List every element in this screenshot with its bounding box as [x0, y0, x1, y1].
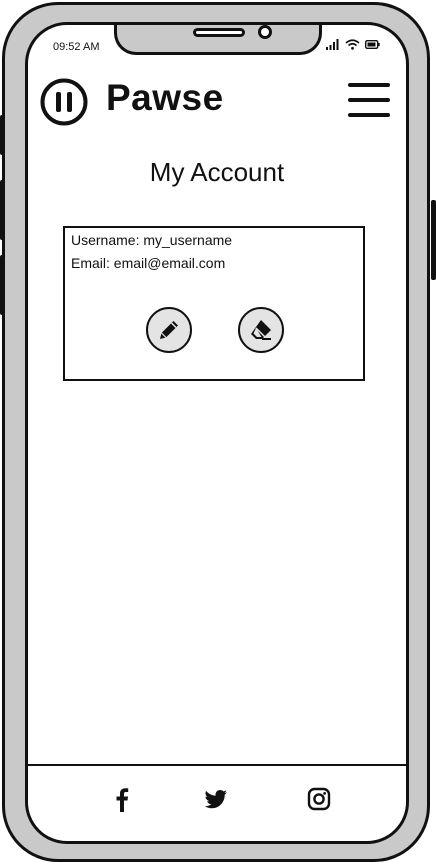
eraser-icon [251, 320, 271, 340]
username-text: Username: my_username [71, 232, 233, 248]
status-icons [326, 39, 380, 50]
instagram-icon[interactable] [306, 786, 332, 812]
phone-side-button [0, 180, 5, 240]
app-title: Pawse [106, 77, 224, 118]
page-title: My Account [149, 157, 285, 187]
front-camera [258, 25, 272, 39]
app-header: Pawse [28, 73, 406, 133]
phone-side-button [0, 115, 5, 155]
delete-account-button[interactable] [238, 307, 284, 353]
phone-side-button [431, 200, 436, 280]
pause-circle-icon [40, 78, 88, 126]
signal-icon [326, 39, 339, 50]
status-time: 09:52 AM [53, 41, 100, 53]
hamburger-menu-icon[interactable] [348, 81, 390, 119]
screen: 09:52 AM Pawse My Account Username: my_u… [25, 22, 409, 844]
account-card: Username: my_username Email: email@email… [63, 226, 365, 381]
notch [114, 25, 322, 55]
footer [28, 764, 406, 841]
email-text: Email: email@email.com [71, 255, 226, 271]
twitter-icon[interactable] [203, 786, 229, 812]
speaker [193, 28, 245, 37]
phone-side-button [0, 255, 5, 315]
pencil-icon [160, 321, 178, 339]
wifi-icon [345, 39, 360, 50]
battery-icon [365, 40, 380, 49]
facebook-icon[interactable] [109, 786, 135, 812]
edit-account-button[interactable] [146, 307, 192, 353]
